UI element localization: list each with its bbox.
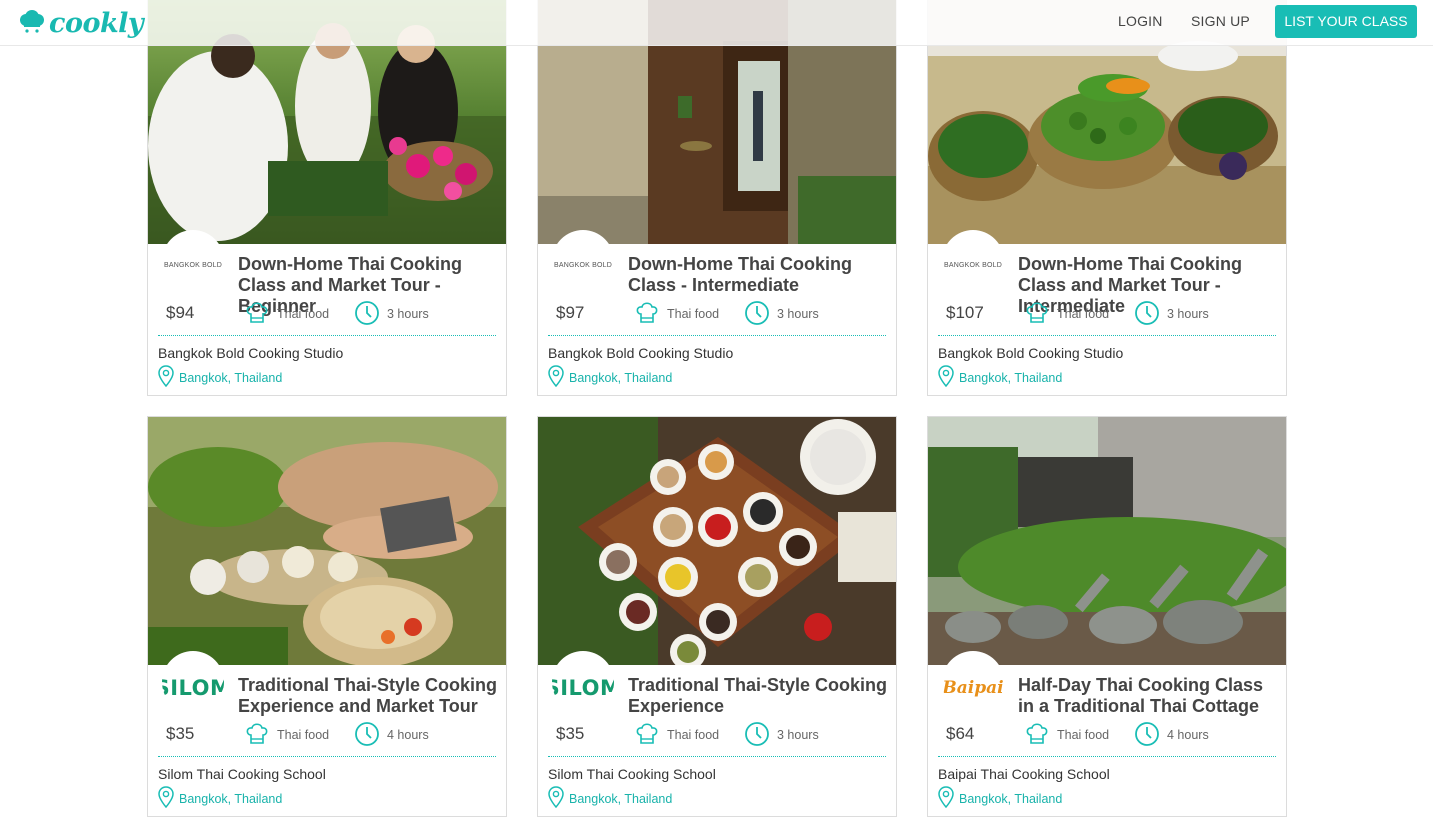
ingredients-photo-image bbox=[148, 417, 506, 665]
class-title[interactable]: Traditional Thai-Style Cooking Experienc… bbox=[238, 675, 502, 717]
class-title[interactable]: Half-Day Thai Cooking Class in a Traditi… bbox=[1018, 675, 1282, 717]
class-photo[interactable] bbox=[538, 417, 896, 665]
class-card[interactable]: SILOM Traditional Thai-Style Cooking Exp… bbox=[147, 416, 507, 817]
school-name[interactable]: Silom Thai Cooking School bbox=[548, 766, 716, 782]
location-link[interactable]: Bangkok, Thailand bbox=[179, 792, 282, 806]
cuisine-label: Thai food bbox=[277, 728, 330, 742]
class-price: $35 bbox=[556, 724, 585, 743]
class-title[interactable]: Down-Home Thai Cooking Class - Intermedi… bbox=[628, 254, 892, 296]
card-divider bbox=[548, 335, 886, 336]
school-logo[interactable]: BANGKOK BOLD bbox=[162, 230, 224, 292]
school-logo[interactable]: Baipai bbox=[942, 651, 1004, 713]
cuisine-label: Thai food bbox=[1057, 307, 1110, 321]
duration-label: 3 hours bbox=[1167, 307, 1209, 321]
cookly-logo[interactable]: cookly bbox=[18, 4, 144, 42]
class-price: $107 bbox=[946, 303, 984, 322]
location-link[interactable]: Bangkok, Thailand bbox=[959, 792, 1062, 806]
card-divider bbox=[158, 335, 496, 336]
school-name[interactable]: Bangkok Bold Cooking Studio bbox=[158, 345, 343, 361]
school-logo[interactable]: BANGKOK BOLD bbox=[942, 230, 1004, 292]
duration-label: 3 hours bbox=[777, 307, 819, 321]
chef-hat-icon bbox=[246, 302, 268, 323]
class-photo[interactable] bbox=[928, 417, 1286, 665]
school-logo[interactable]: BANGKOK BOLD bbox=[552, 230, 614, 292]
clock-icon bbox=[745, 722, 769, 746]
chef-hat-icon bbox=[20, 10, 44, 33]
school-name[interactable]: Silom Thai Cooking School bbox=[158, 766, 326, 782]
chef-hat-icon bbox=[636, 302, 658, 323]
clock-icon bbox=[745, 301, 769, 325]
class-price: $97 bbox=[556, 303, 585, 322]
signup-link[interactable]: SIGN UP bbox=[1191, 13, 1250, 29]
duration-label: 4 hours bbox=[387, 728, 429, 742]
location-link[interactable]: Bangkok, Thailand bbox=[179, 371, 282, 385]
class-card[interactable]: BANGKOK BOLD Down-Home Thai Cooking Clas… bbox=[147, 0, 507, 396]
card-divider bbox=[548, 756, 886, 757]
school-logo-text: SILOM bbox=[162, 676, 224, 700]
school-logo-text: BANGKOK BOLD bbox=[163, 261, 223, 269]
list-your-class-button[interactable]: LIST YOUR CLASS bbox=[1275, 5, 1417, 38]
logo-text: cookly bbox=[49, 7, 144, 39]
location-pin-icon bbox=[938, 365, 954, 387]
clock-icon bbox=[355, 301, 379, 325]
chef-hat-icon bbox=[636, 723, 658, 744]
card-divider bbox=[938, 335, 1276, 336]
location-link[interactable]: Bangkok, Thailand bbox=[569, 371, 672, 385]
spices-photo-image bbox=[538, 417, 896, 665]
duration-label: 3 hours bbox=[777, 728, 819, 742]
location-link[interactable]: Bangkok, Thailand bbox=[569, 792, 672, 806]
chef-hat-icon bbox=[246, 723, 268, 744]
card-divider bbox=[938, 756, 1276, 757]
location-pin-icon bbox=[938, 786, 954, 808]
login-link[interactable]: LOGIN bbox=[1118, 13, 1163, 29]
class-price: $35 bbox=[166, 724, 195, 743]
school-name[interactable]: Baipai Thai Cooking School bbox=[938, 766, 1110, 782]
cuisine-label: Thai food bbox=[277, 307, 330, 321]
class-card[interactable]: Baipai Half-Day Thai Cooking Class in a … bbox=[927, 416, 1287, 817]
cuisine-label: Thai food bbox=[667, 728, 720, 742]
cuisine-label: Thai food bbox=[667, 307, 720, 321]
mortars-photo-image bbox=[928, 417, 1286, 665]
location-pin-icon bbox=[158, 786, 174, 808]
class-price: $64 bbox=[946, 724, 975, 743]
class-card[interactable]: SILOM Traditional Thai-Style Cooking Exp… bbox=[537, 416, 897, 817]
school-logo-text: SILOM bbox=[552, 676, 614, 700]
school-name[interactable]: Bangkok Bold Cooking Studio bbox=[548, 345, 733, 361]
school-logo[interactable]: SILOM bbox=[162, 651, 224, 713]
clock-icon bbox=[1135, 722, 1159, 746]
site-header: cookly LOGIN SIGN UP LIST YOUR CLASS bbox=[0, 0, 1433, 46]
chef-hat-icon bbox=[1026, 723, 1048, 744]
school-logo-text: Baipai bbox=[942, 678, 1004, 698]
duration-label: 4 hours bbox=[1167, 728, 1209, 742]
school-name[interactable]: Bangkok Bold Cooking Studio bbox=[938, 345, 1123, 361]
location-link[interactable]: Bangkok, Thailand bbox=[959, 371, 1062, 385]
class-photo[interactable] bbox=[148, 417, 506, 665]
school-logo[interactable]: SILOM bbox=[552, 651, 614, 713]
class-card[interactable]: BANGKOK BOLD Down-Home Thai Cooking Clas… bbox=[537, 0, 897, 396]
location-pin-icon bbox=[158, 365, 174, 387]
location-pin-icon bbox=[548, 365, 564, 387]
class-price: $94 bbox=[166, 303, 195, 322]
school-logo-text: BANGKOK BOLD bbox=[553, 261, 613, 269]
location-pin-icon bbox=[548, 786, 564, 808]
chef-hat-icon bbox=[1026, 302, 1048, 323]
clock-icon bbox=[1135, 301, 1159, 325]
duration-label: 3 hours bbox=[387, 307, 429, 321]
clock-icon bbox=[355, 722, 379, 746]
card-divider bbox=[158, 756, 496, 757]
class-title[interactable]: Traditional Thai-Style Cooking Experienc… bbox=[628, 675, 892, 717]
class-card[interactable]: BANGKOK BOLD Down-Home Thai Cooking Clas… bbox=[927, 0, 1287, 396]
cuisine-label: Thai food bbox=[1057, 728, 1110, 742]
school-logo-text: BANGKOK BOLD bbox=[943, 261, 1003, 269]
